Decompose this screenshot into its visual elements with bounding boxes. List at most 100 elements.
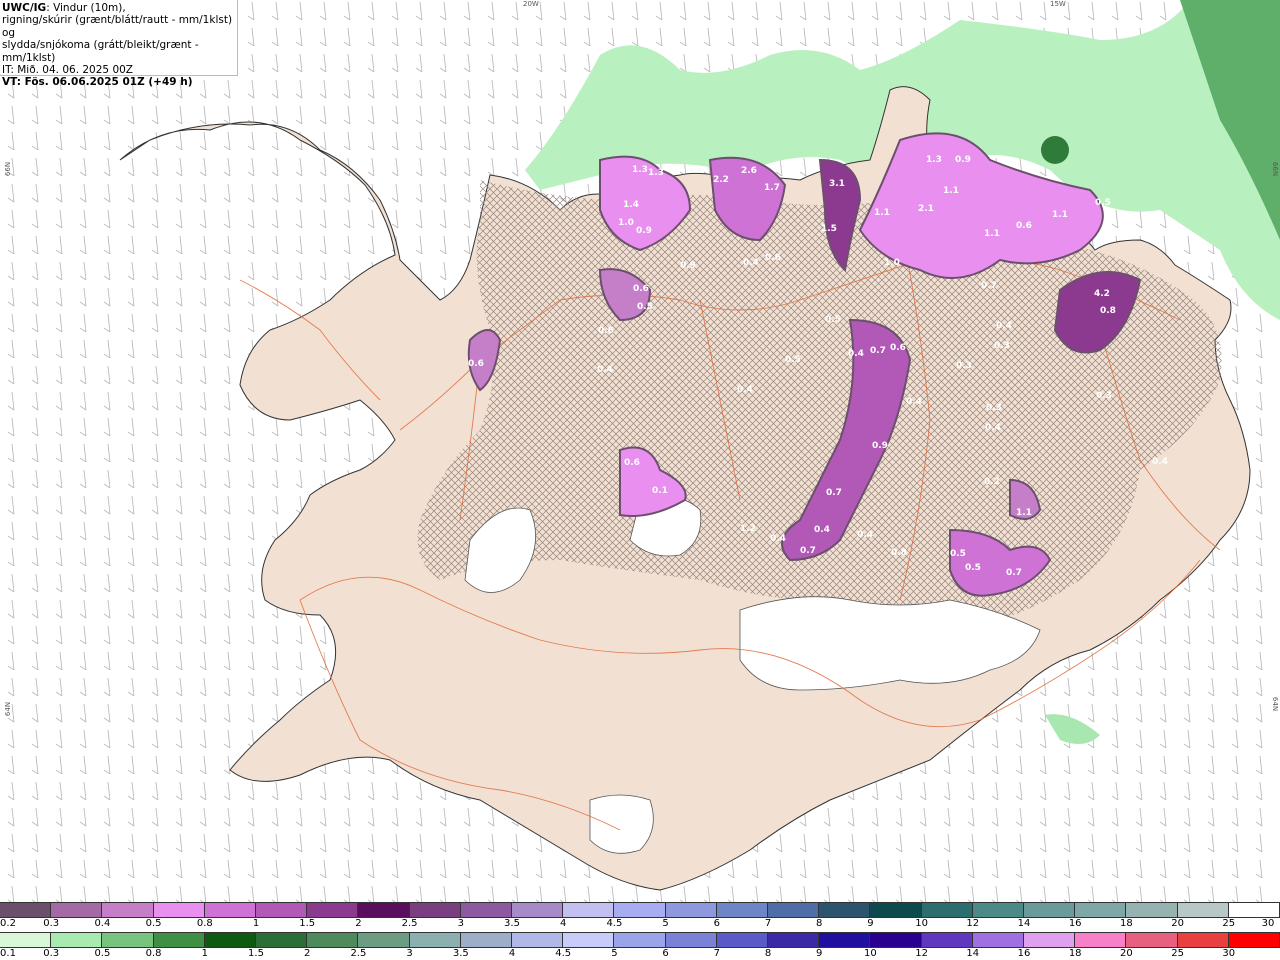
grid-label-64n-left: 64N: [4, 701, 13, 717]
init-time: IT: Mið. 04. 06. 2025 00Z: [2, 64, 133, 77]
colorbar-swatch: [409, 903, 461, 917]
grid-label-66n-right: 66N: [1271, 161, 1280, 177]
map-value: 1.7: [764, 183, 780, 193]
colorbar-label: 5: [611, 948, 618, 959]
colorbar-label: 0.5: [94, 948, 111, 959]
map-value: 1.0: [618, 218, 634, 228]
colorbar-swatch: [102, 933, 154, 947]
colorbar-swatch: [1126, 933, 1178, 947]
colorbar-swatch: [870, 933, 922, 947]
map-value: 0.9: [955, 155, 971, 165]
colorbar-label: 18: [1120, 918, 1133, 929]
colorbar-swatch: [819, 903, 871, 917]
colorbar-label: 3: [406, 948, 413, 959]
map-value: 1.4: [668, 165, 684, 175]
map-value: 0.4: [985, 423, 1001, 433]
colorbar-label: 7: [764, 918, 772, 929]
colorbar-swatch: [1075, 933, 1127, 947]
colorbar-label: 12: [915, 948, 928, 959]
map-value: 1.3: [632, 165, 648, 175]
colorbar-swatch: [358, 933, 410, 947]
header-title-line: UWC/IG: Vindur (10m),: [2, 2, 237, 14]
snow-colorbar-labels: 0.2 0.3 0.4 0.5 0.8 1 1.5 2 2.5 3 3.5 4 4.5 5 6 7 8 9 10 12…: [0, 918, 1280, 930]
map-value: 0.4: [1152, 457, 1168, 467]
colorbar-label: 0.4: [94, 918, 111, 929]
colorbar-swatch: [768, 903, 820, 917]
weather-map: 1.3 1.3 1.4 2.2 2.6 1.7 3.1 1.3 0.9 1.1 …: [0, 0, 1280, 902]
map-value: 0.6: [598, 326, 614, 336]
map-value: 0.7: [800, 546, 816, 556]
colorbar-swatch: [358, 903, 410, 917]
map-value: 0.4: [848, 349, 864, 359]
colorbar-label: 16: [1068, 918, 1082, 929]
colorbar-swatch: [512, 933, 564, 947]
map-value: 0.5: [950, 549, 966, 559]
colorbar-swatch: [1075, 903, 1127, 917]
colorbar-swatch: [665, 933, 717, 947]
colorbar-label: 1: [201, 948, 208, 959]
map-value: 1.1: [1016, 508, 1032, 518]
map-value: 1.0: [884, 258, 900, 268]
colorbar-label: 10: [864, 948, 877, 959]
colorbar-swatch: [1228, 903, 1280, 917]
map-value: 0.9: [636, 226, 652, 236]
colorbar-swatch: [768, 933, 820, 947]
colorbar-label: 10: [915, 918, 928, 929]
map-value: 0.9: [872, 441, 888, 451]
map-value: 2.2: [713, 175, 729, 185]
colorbar-label: 8: [816, 918, 823, 929]
colorbar-swatch: [153, 903, 205, 917]
colorbar-swatch: [460, 933, 513, 947]
map-value: 0.9: [680, 261, 696, 271]
colorbar-swatch: [102, 903, 154, 917]
colorbar-swatch: [563, 903, 615, 917]
map-value: 0.1: [652, 486, 668, 496]
colorbar-label: 25: [1222, 918, 1236, 929]
colorbar-label: 8: [764, 948, 772, 959]
colorbar-swatch: [870, 903, 922, 917]
colorbar-swatch: [307, 903, 359, 917]
map-value: 1.5: [821, 224, 837, 234]
map-value: 0.7: [1006, 568, 1022, 578]
legend-colorbars: 0.2 0.3 0.4 0.5 0.8 1 1.5 2 2.5 3 3.5 4 4.5 5 6 7 8 9 10 12…: [0, 902, 1280, 960]
colorbar-swatch: [972, 903, 1025, 917]
map-info-box: UWC/IG: Vindur (10m), rigning/skúrir (gr…: [0, 0, 238, 88]
colorbar-label: 9: [867, 918, 874, 929]
colorbar-label: 2.5: [350, 948, 367, 959]
map-value: 0.5: [965, 563, 981, 573]
map-value: 0.6: [468, 359, 484, 369]
colorbar-label: 16: [1017, 948, 1031, 959]
colorbar-label: 5: [662, 918, 669, 929]
map-value: 1.3: [648, 168, 664, 178]
colorbar-label: 1: [252, 918, 260, 929]
colorbar-swatch: [51, 903, 103, 917]
map-value: 0.4: [743, 258, 759, 268]
colorbar-label: 30: [1261, 918, 1275, 929]
colorbar-label: 20: [1171, 918, 1184, 929]
map-value: 0.7: [870, 346, 886, 356]
map-value: 3.1: [829, 179, 845, 189]
colorbar-label: 3.5: [504, 918, 520, 929]
colorbar-swatch: [409, 933, 461, 947]
map-value: 0.4: [489, 544, 505, 554]
colorbar-label: 0.8: [145, 948, 162, 959]
colorbar-swatch: [256, 933, 308, 947]
map-value: 0.4: [906, 397, 922, 407]
map-value: 0.2: [984, 477, 1000, 487]
glacier-myrdalsjokull: [589, 794, 654, 854]
colorbar-swatch: [972, 933, 1025, 947]
colorbar-label: 2.5: [401, 918, 418, 929]
colorbar-swatch: [0, 933, 52, 947]
colorbar-label: 12: [966, 918, 980, 929]
colorbar-label: 4: [560, 918, 567, 929]
colorbar-swatch: [921, 903, 973, 917]
colorbar-label: 7: [713, 948, 720, 959]
colorbar-label: 18: [1068, 948, 1082, 959]
colorbar-swatch: [1024, 933, 1076, 947]
colorbar-label: 3.5: [452, 948, 469, 959]
map-value: 0.6: [624, 458, 640, 468]
rain-colorbar: [0, 932, 1280, 948]
colorbar-label: 14: [1017, 918, 1031, 929]
map-value: 2.1: [918, 204, 934, 214]
map-value: 0.4: [857, 530, 873, 540]
